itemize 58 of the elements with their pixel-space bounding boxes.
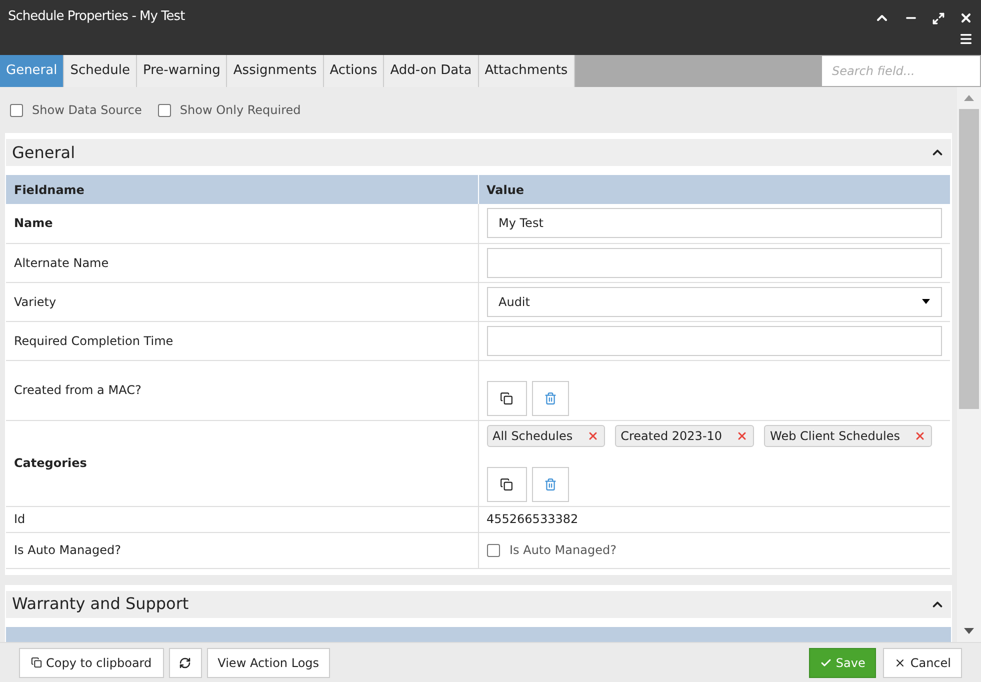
field-name: Is Auto Managed? (6, 532, 478, 568)
tab[interactable]: Schedule (64, 55, 137, 87)
copy-button[interactable] (486, 466, 526, 502)
checkbox-label: Show Data Source (32, 102, 142, 119)
remove-icon[interactable] (914, 430, 926, 442)
view-action-logs-button[interactable]: View Action Logs (206, 648, 330, 678)
field-name: Created from a MAC? (6, 360, 478, 420)
copy-icon (500, 478, 513, 490)
menu-icon[interactable] (959, 32, 973, 46)
checkbox-label: Is Auto Managed? (510, 542, 616, 559)
tab[interactable]: Attachments (478, 55, 575, 87)
column-header: Fieldname (6, 175, 478, 204)
remove-icon[interactable] (736, 430, 748, 442)
field-name: Name (6, 204, 478, 243)
category-tag: All Schedules (486, 424, 605, 446)
copy-to-clipboard-button[interactable]: Copy to clipboard (19, 648, 164, 678)
search-field[interactable]: Search field... (822, 56, 980, 86)
refresh-icon (179, 656, 192, 668)
tab[interactable]: Assignments (227, 55, 324, 87)
copy-button[interactable] (486, 380, 526, 416)
checkbox[interactable] (486, 544, 500, 556)
checkbox-label: Show Only Required (180, 102, 301, 119)
category-tag: Created 2023-10 (614, 424, 754, 446)
copy-icon (500, 392, 513, 404)
field-name: Required Completion Time (6, 321, 478, 360)
tab[interactable]: Pre-warning (136, 55, 228, 87)
category-tag: Web Client Schedules (764, 424, 932, 446)
remove-icon[interactable] (586, 430, 599, 442)
field-value: 455266533382 (486, 512, 578, 526)
tab[interactable]: Add-on Data (384, 55, 479, 87)
column-header: Value (478, 175, 950, 204)
dropdown-arrow-icon (922, 299, 930, 304)
text-field[interactable] (486, 248, 942, 278)
check-icon (820, 656, 832, 668)
tab[interactable]: Actions (324, 55, 384, 87)
close-icon[interactable] (959, 11, 973, 25)
field-name: Variety (6, 282, 478, 321)
trash-icon (544, 478, 556, 490)
section-header[interactable]: Warranty and Support (6, 590, 951, 618)
section-header[interactable]: General (6, 139, 951, 166)
checkbox[interactable] (10, 104, 23, 116)
cancel-button[interactable]: Cancel (883, 648, 962, 678)
field-name: Id (6, 506, 478, 532)
dropdown-field[interactable]: Audit (486, 286, 942, 316)
maximize-icon[interactable] (932, 12, 945, 24)
copy-icon (31, 657, 42, 668)
checkbox[interactable] (158, 104, 171, 116)
close-icon (894, 656, 906, 668)
delete-button[interactable] (532, 466, 568, 502)
delete-button[interactable] (532, 380, 568, 416)
text-field[interactable] (486, 326, 942, 356)
field-name: Categories (6, 420, 478, 506)
refresh-button[interactable] (168, 648, 202, 678)
scrollbar[interactable] (957, 87, 981, 642)
field-name: Alternate Name (6, 243, 478, 282)
text-field[interactable]: My Test (486, 208, 942, 238)
trash-icon (544, 392, 556, 404)
window-title: Schedule Properties - My Test (8, 8, 185, 26)
